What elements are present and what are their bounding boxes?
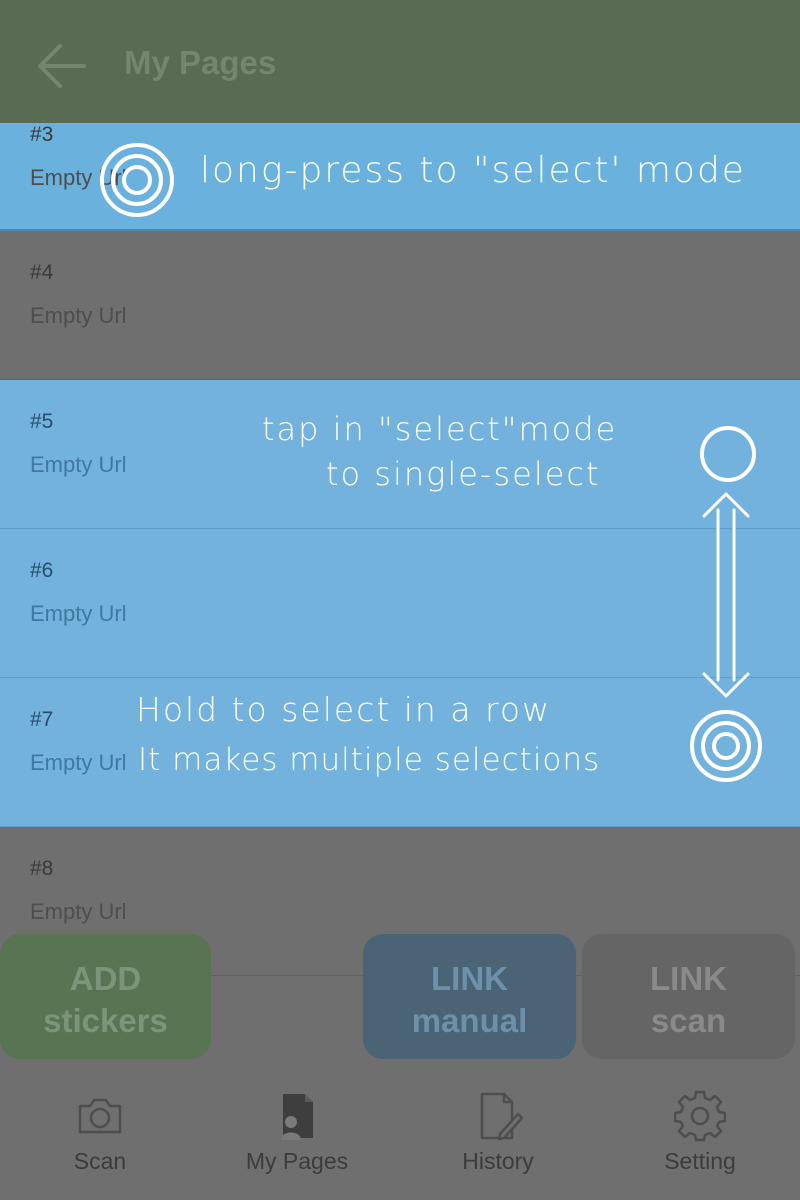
nav-item-my-pages[interactable]: My Pages <box>197 1062 397 1200</box>
back-arrow-icon[interactable] <box>34 40 88 92</box>
hold-annotation-line1: Hold to select in a row <box>136 690 552 729</box>
nav-label-history: History <box>462 1148 534 1174</box>
nav-label-my-pages: My Pages <box>245 1148 349 1174</box>
long-press-annotation: long-press to "select' mode <box>200 150 746 191</box>
hold-gesture-icon <box>690 710 762 782</box>
document-user-icon <box>281 1094 313 1140</box>
row-number: #8 <box>30 857 54 880</box>
row-url: Empty Url <box>30 601 127 626</box>
link-manual-button[interactable]: LINK manual <box>363 934 576 1059</box>
add-stickers-button[interactable]: ADD stickers <box>0 934 211 1059</box>
row-number: #5 <box>30 410 54 433</box>
add-stickers-label-line2: stickers <box>43 1002 168 1039</box>
tap-gesture-icon <box>700 426 756 482</box>
list-item[interactable]: #4 Empty Url <box>0 231 800 380</box>
long-press-gesture-icon <box>100 143 174 217</box>
nav-label-setting: Setting <box>664 1148 736 1174</box>
row-number: #4 <box>30 261 54 284</box>
nav-item-history[interactable]: History <box>398 1062 598 1200</box>
row-url: Empty Url <box>30 750 127 775</box>
add-stickers-label-line1: ADD <box>69 960 142 997</box>
history-document-icon <box>480 1092 524 1141</box>
page-title: My Pages <box>124 44 277 81</box>
link-scan-label-line1: LINK <box>650 960 727 997</box>
row-number: #7 <box>30 708 54 731</box>
link-manual-label-line2: manual <box>411 1002 528 1039</box>
link-manual-label-line1: LINK <box>431 960 508 997</box>
link-scan-label-line2: scan <box>650 1002 727 1039</box>
camera-icon <box>78 1098 122 1134</box>
drag-arrow-icon <box>702 492 750 698</box>
tap-annotation-line1: tap in "select"mode <box>262 410 618 448</box>
pages-list: #3 Empty Url #4 Empty Url #5 Empty Url #… <box>0 123 800 976</box>
tap-annotation-line2: to single-select <box>326 455 601 493</box>
link-scan-button[interactable]: LINK scan <box>582 934 795 1059</box>
gear-icon <box>674 1090 726 1142</box>
app-bar: My Pages <box>0 0 800 123</box>
row-url: Empty Url <box>30 303 127 328</box>
row-number: #3 <box>30 123 54 146</box>
row-number: #6 <box>30 559 54 582</box>
bottom-navigation: Scan My Pages History Setting <box>0 1062 800 1200</box>
nav-label-scan: Scan <box>73 1148 127 1174</box>
nav-item-setting[interactable]: Setting <box>600 1062 800 1200</box>
row-url: Empty Url <box>30 899 127 924</box>
hold-annotation-line2: It makes multiple selections <box>138 742 601 778</box>
row-url: Empty Url <box>30 452 127 477</box>
nav-item-scan[interactable]: Scan <box>0 1062 200 1200</box>
list-item[interactable]: #6 Empty Url <box>0 529 800 678</box>
